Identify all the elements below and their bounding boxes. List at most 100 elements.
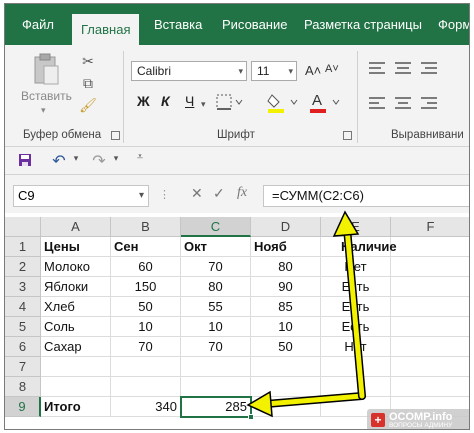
table-cell[interactable] bbox=[41, 357, 111, 377]
font-color-icon[interactable]: A bbox=[309, 91, 343, 116]
fill-handle[interactable] bbox=[248, 414, 254, 420]
italic-button[interactable]: К bbox=[161, 93, 170, 109]
enter-icon[interactable]: ✓ bbox=[213, 185, 225, 202]
column-header[interactable]: B bbox=[111, 217, 181, 237]
table-cell[interactable] bbox=[321, 357, 391, 377]
cancel-icon[interactable]: ✕ bbox=[191, 185, 203, 202]
bold-button[interactable]: Ж bbox=[137, 93, 150, 109]
formula-input[interactable]: =СУММ(C2:C6) bbox=[263, 185, 469, 207]
table-cell[interactable] bbox=[321, 377, 391, 397]
table-cell[interactable]: Есть bbox=[321, 277, 391, 297]
cell-d1[interactable]: Нояб bbox=[251, 237, 321, 257]
font-launcher-icon[interactable] bbox=[343, 131, 352, 140]
font-name-select[interactable]: Calibri ▾ bbox=[131, 61, 247, 81]
shrink-font-button[interactable]: A˅ bbox=[325, 63, 339, 75]
row-header-selected[interactable]: 9 bbox=[5, 397, 41, 417]
table-row-name[interactable]: Молоко bbox=[41, 257, 111, 277]
row-header[interactable]: 5 bbox=[5, 317, 41, 337]
table-cell[interactable] bbox=[251, 357, 321, 377]
row-header[interactable]: 4 bbox=[5, 297, 41, 317]
table-cell[interactable]: 80 bbox=[251, 257, 321, 277]
redo-icon[interactable]: ↷ bbox=[89, 151, 109, 171]
table-cell[interactable] bbox=[111, 357, 181, 377]
column-header[interactable]: E bbox=[321, 217, 391, 237]
fill-color-icon[interactable] bbox=[267, 91, 301, 116]
grow-font-button[interactable]: A˄ bbox=[305, 63, 321, 78]
cell-b1[interactable]: Сен bbox=[111, 237, 181, 257]
underline-button[interactable]: Ч bbox=[185, 93, 194, 109]
table-cell[interactable] bbox=[251, 397, 321, 417]
column-header[interactable]: F bbox=[391, 217, 469, 237]
table-cell[interactable]: 90 bbox=[251, 277, 321, 297]
table-cell[interactable]: Нет bbox=[321, 257, 391, 277]
copy-icon[interactable]: ⧉ bbox=[79, 75, 97, 92]
chevron-down-icon[interactable]: ▾ bbox=[201, 99, 206, 110]
chevron-down-icon[interactable]: ▾ bbox=[41, 105, 46, 116]
tab-draw[interactable]: Рисование bbox=[213, 4, 296, 45]
tab-formulas[interactable]: Форм bbox=[429, 4, 469, 45]
save-icon[interactable] bbox=[17, 153, 33, 170]
table-cell[interactable]: 85 bbox=[251, 297, 321, 317]
customize-toolbar-icon[interactable]: ⩡ bbox=[133, 151, 147, 164]
table-cell[interactable] bbox=[391, 337, 469, 357]
table-cell[interactable] bbox=[251, 377, 321, 397]
row-header[interactable]: 3 bbox=[5, 277, 41, 297]
table-cell[interactable] bbox=[181, 377, 251, 397]
table-cell[interactable]: 55 bbox=[181, 297, 251, 317]
table-cell[interactable]: 50 bbox=[111, 297, 181, 317]
align-top-icons[interactable] bbox=[367, 59, 463, 84]
table-row-name[interactable]: Сахар bbox=[41, 337, 111, 357]
row-header[interactable]: 7 bbox=[5, 357, 41, 377]
paste-icon[interactable] bbox=[31, 53, 61, 87]
tab-insert[interactable]: Вставка bbox=[145, 4, 211, 45]
cell-f1[interactable] bbox=[391, 237, 469, 257]
cell-a1[interactable]: Цены bbox=[41, 237, 111, 257]
table-cell[interactable] bbox=[181, 357, 251, 377]
table-cell[interactable] bbox=[391, 357, 469, 377]
active-cell-selection[interactable] bbox=[180, 396, 252, 418]
table-cell[interactable]: 150 bbox=[111, 277, 181, 297]
column-header-selected[interactable]: C bbox=[181, 217, 251, 237]
total-sep[interactable]: 340 bbox=[111, 397, 181, 417]
table-cell[interactable] bbox=[391, 277, 469, 297]
table-cell[interactable]: 70 bbox=[181, 257, 251, 277]
table-row-name[interactable]: Соль bbox=[41, 317, 111, 337]
table-cell[interactable]: 10 bbox=[181, 317, 251, 337]
table-cell[interactable]: Есть bbox=[321, 317, 391, 337]
chevron-down-icon[interactable]: ▾ bbox=[71, 153, 81, 164]
cell-c1[interactable]: Окт bbox=[181, 237, 251, 257]
undo-icon[interactable]: ↶ bbox=[49, 151, 69, 171]
borders-icon[interactable] bbox=[215, 93, 245, 114]
table-cell[interactable]: 80 bbox=[181, 277, 251, 297]
table-cell[interactable]: 70 bbox=[111, 337, 181, 357]
cell-e1[interactable]: Наличие bbox=[321, 237, 397, 257]
total-label[interactable]: Итого bbox=[41, 397, 111, 417]
table-row-name[interactable]: Яблоки bbox=[41, 277, 111, 297]
table-cell[interactable]: Есть bbox=[321, 297, 391, 317]
select-all-corner[interactable] bbox=[5, 217, 41, 237]
cut-icon[interactable]: ✂ bbox=[79, 53, 97, 70]
table-cell[interactable]: 50 bbox=[251, 337, 321, 357]
table-cell[interactable] bbox=[391, 257, 469, 277]
name-box[interactable]: C9 ▾ bbox=[13, 185, 149, 207]
table-cell[interactable]: 10 bbox=[251, 317, 321, 337]
table-cell[interactable]: 70 bbox=[181, 337, 251, 357]
clipboard-launcher-icon[interactable] bbox=[111, 131, 120, 140]
row-header[interactable]: 2 bbox=[5, 257, 41, 277]
tab-home[interactable]: Главная bbox=[72, 14, 140, 45]
align-horizontal-icons[interactable] bbox=[367, 93, 463, 118]
font-size-select[interactable]: 11 ▾ bbox=[251, 61, 297, 81]
column-header[interactable]: A bbox=[41, 217, 111, 237]
table-cell[interactable]: 60 bbox=[111, 257, 181, 277]
row-header[interactable]: 6 bbox=[5, 337, 41, 357]
table-cell[interactable] bbox=[391, 377, 469, 397]
table-cell[interactable] bbox=[391, 297, 469, 317]
table-row-name[interactable]: Хлеб bbox=[41, 297, 111, 317]
format-painter-icon[interactable]: 🖌 bbox=[79, 97, 97, 114]
table-cell[interactable]: 10 bbox=[111, 317, 181, 337]
insert-function-button[interactable]: fx bbox=[237, 185, 247, 201]
table-cell[interactable] bbox=[391, 317, 469, 337]
tab-file[interactable]: Файл bbox=[13, 4, 63, 45]
row-header[interactable]: 1 bbox=[5, 237, 41, 257]
column-header[interactable]: D bbox=[251, 217, 321, 237]
